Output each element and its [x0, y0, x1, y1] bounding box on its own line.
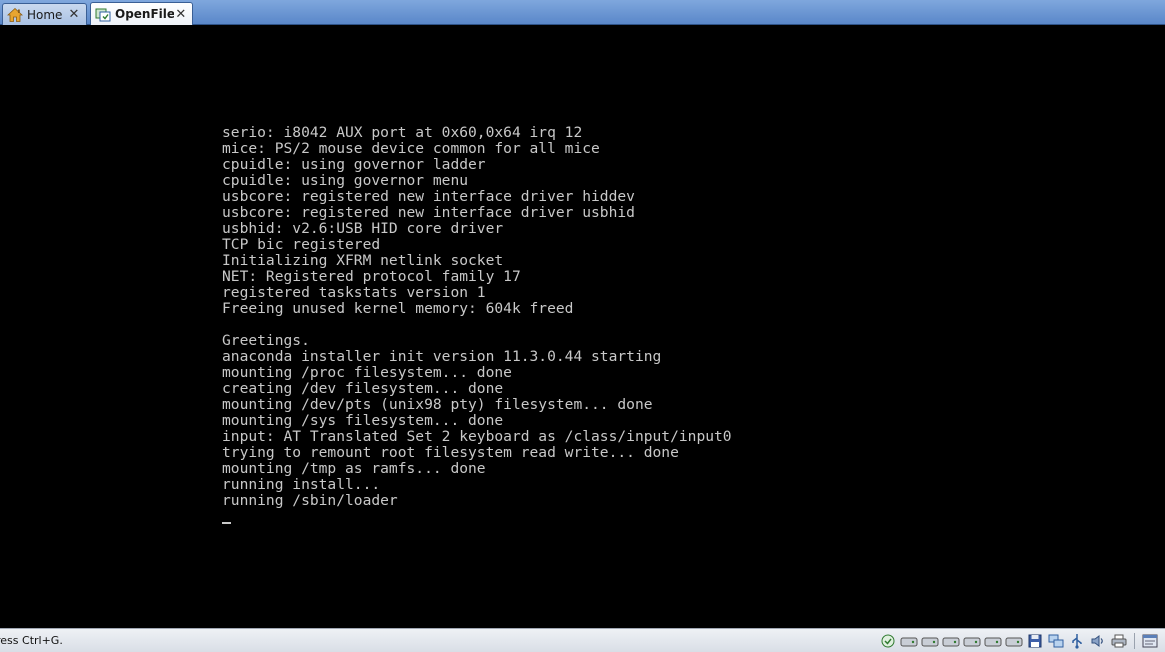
console-output: serio: i8042 AUX port at 0x60,0x64 irq 1…	[222, 125, 732, 525]
device-icons	[876, 632, 1159, 650]
console-line: serio: i8042 AUX port at 0x60,0x64 irq 1…	[222, 124, 583, 141]
console-line: cpuidle: using governor ladder	[222, 156, 486, 173]
console-line: mounting /dev/pts (unix98 pty) filesyste…	[222, 396, 653, 413]
status-bar: ress Ctrl+G.	[0, 628, 1165, 652]
console-line: Freeing unused kernel memory: 604k freed	[222, 300, 574, 317]
console-line: TCP bic registered	[222, 236, 381, 253]
network-status-icon[interactable]	[879, 633, 897, 649]
hard-disk-icon[interactable]	[900, 633, 918, 649]
hard-disk-icon[interactable]	[1005, 633, 1023, 649]
tab-home-label: Home	[27, 7, 63, 22]
tab-home-close-icon[interactable]: ✕	[66, 7, 82, 23]
console-line: running install...	[222, 476, 381, 493]
console-line: anaconda installer init version 11.3.0.4…	[222, 348, 662, 365]
vm-window: Home ✕ OpenFiler ✕ serio: i8042 AUX port…	[0, 0, 1165, 652]
printer-icon[interactable]	[1110, 633, 1128, 649]
console-line: cpuidle: using governor menu	[222, 172, 469, 189]
console-line: registered taskstats version 1	[222, 284, 486, 301]
console-line: running /sbin/loader	[222, 492, 398, 509]
console-line: mounting /sys filesystem... done	[222, 412, 504, 429]
status-separator	[1134, 633, 1135, 649]
tab-home[interactable]: Home ✕	[2, 3, 87, 25]
hard-disk-icon[interactable]	[963, 633, 981, 649]
console-line: NET: Registered protocol family 17	[222, 268, 521, 285]
usb-icon[interactable]	[1068, 633, 1086, 649]
vm-icon	[95, 8, 111, 22]
floppy-icon[interactable]	[1026, 633, 1044, 649]
tab-openfiler[interactable]: OpenFiler ✕	[90, 2, 193, 25]
hard-disk-icon[interactable]	[984, 633, 1002, 649]
console-line: Initializing XFRM netlink socket	[222, 252, 504, 269]
console-line: usbhid: v2.6:USB HID core driver	[222, 220, 504, 237]
hard-disk-icon[interactable]	[942, 633, 960, 649]
message-log-icon[interactable]	[1141, 633, 1159, 649]
console-line: Greetings.	[222, 332, 310, 349]
console-cursor-line	[222, 509, 732, 525]
console-line: trying to remount root filesystem read w…	[222, 444, 679, 461]
network-adapter-icon[interactable]	[1047, 633, 1065, 649]
vm-console[interactable]: serio: i8042 AUX port at 0x60,0x64 irq 1…	[2, 25, 1163, 628]
console-line: usbcore: registered new interface driver…	[222, 204, 635, 221]
console-line: mounting /proc filesystem... done	[222, 364, 512, 381]
home-icon	[7, 7, 23, 22]
console-line: usbcore: registered new interface driver…	[222, 188, 635, 205]
console-line: creating /dev filesystem... done	[222, 380, 504, 397]
console-line: mice: PS/2 mouse device common for all m…	[222, 140, 600, 157]
text-cursor	[222, 522, 231, 524]
tab-bar: Home ✕ OpenFiler ✕	[0, 0, 1165, 25]
tab-openfiler-label: OpenFiler	[115, 7, 174, 21]
hard-disk-icon[interactable]	[921, 633, 939, 649]
sound-icon[interactable]	[1089, 633, 1107, 649]
tab-openfiler-close-icon[interactable]: ✕	[174, 6, 188, 22]
console-line: mounting /tmp as ramfs... done	[222, 460, 486, 477]
status-hint: ress Ctrl+G.	[0, 634, 63, 647]
console-line: input: AT Translated Set 2 keyboard as /…	[222, 428, 732, 445]
